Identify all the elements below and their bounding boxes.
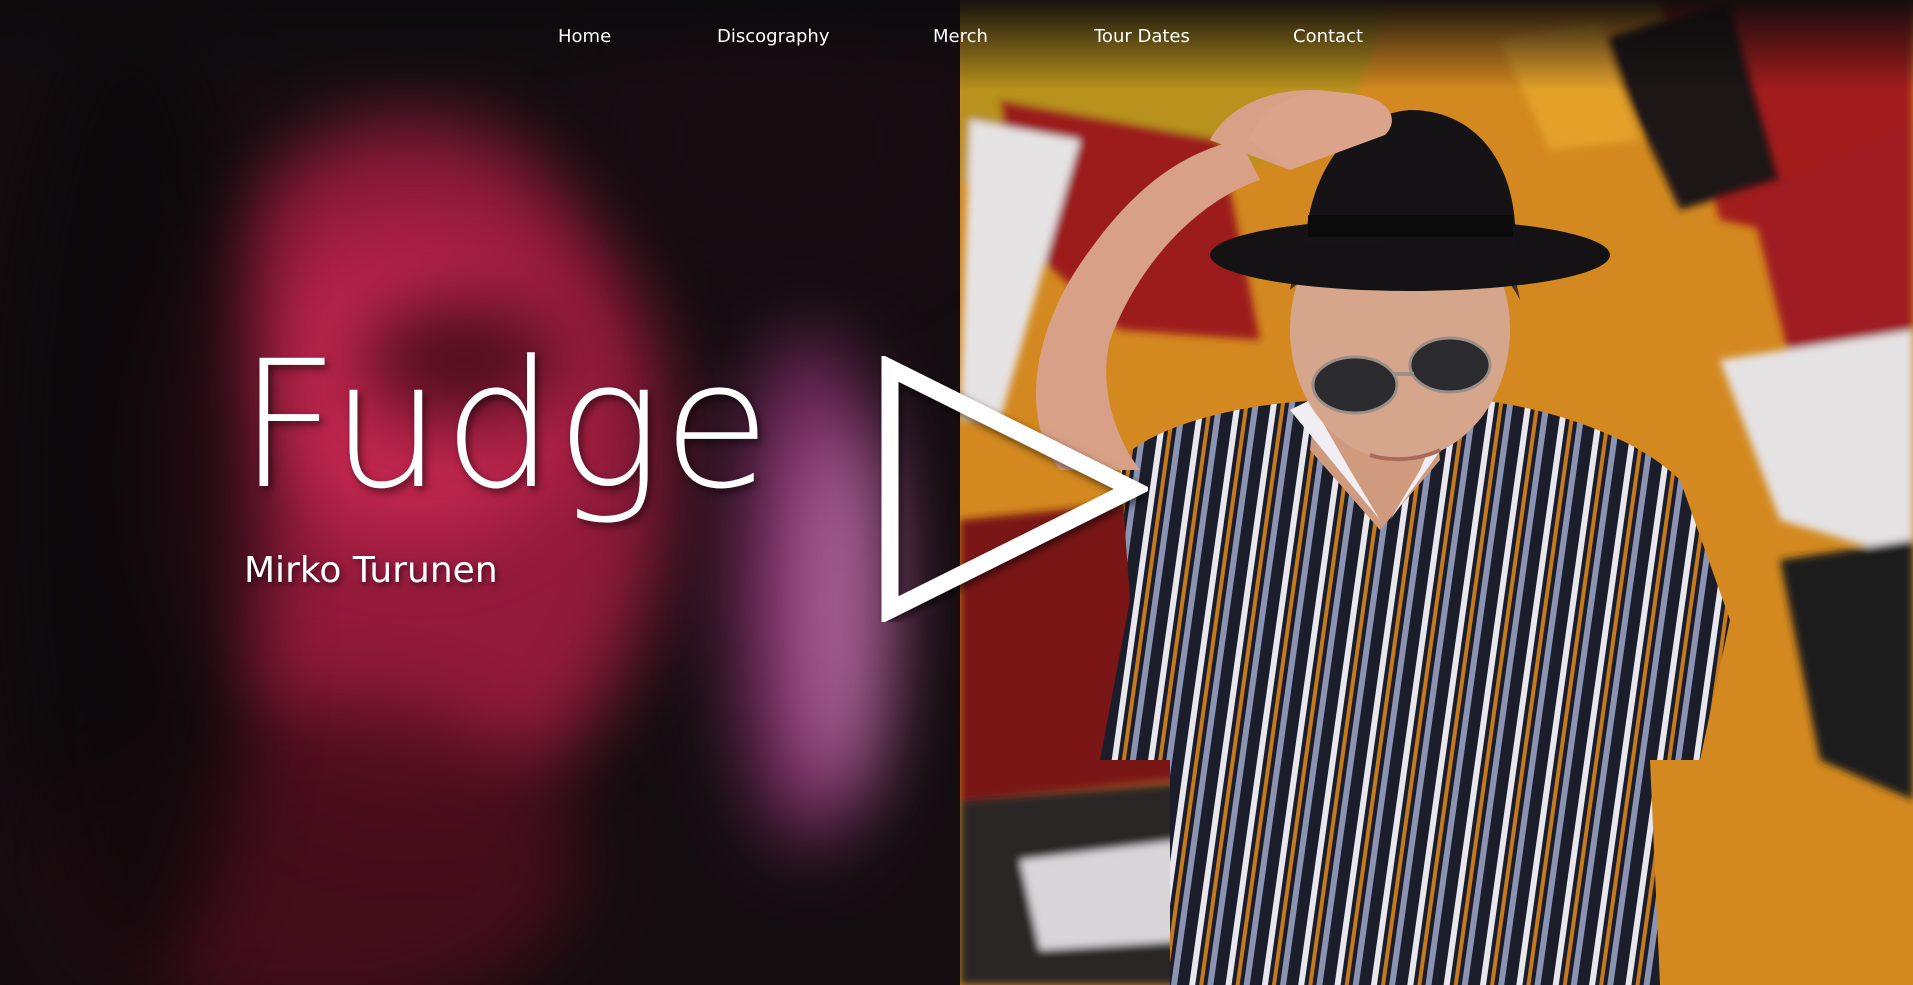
nav-merch[interactable]: Merch <box>933 26 988 47</box>
play-icon <box>881 356 1148 622</box>
nav-tour-dates[interactable]: Tour Dates <box>1094 26 1190 47</box>
main-nav: Home Discography Merch Tour Dates Contac… <box>0 26 1913 52</box>
nav-discography[interactable]: Discography <box>717 26 830 47</box>
play-button[interactable] <box>878 356 1148 622</box>
nav-contact[interactable]: Contact <box>1293 26 1363 47</box>
hero-title: Fudge <box>238 323 772 528</box>
hero-subtitle: Mirko Turunen <box>244 550 498 591</box>
landing-page: Home Discography Merch Tour Dates Contac… <box>0 0 1913 985</box>
nav-home[interactable]: Home <box>558 26 611 47</box>
